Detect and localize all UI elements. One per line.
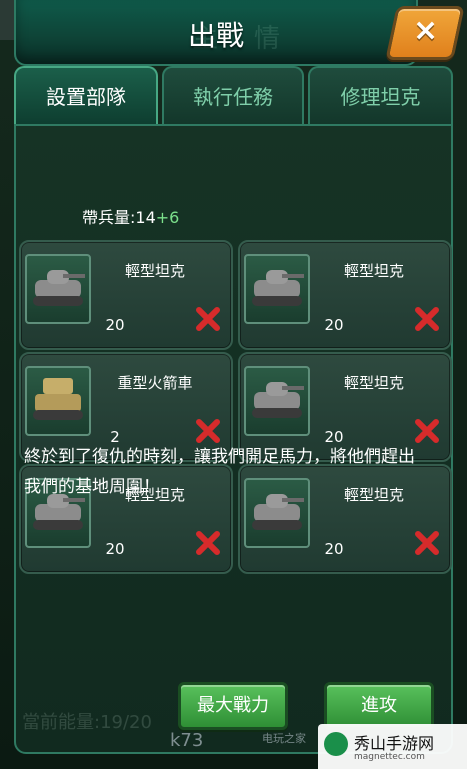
- troop-capacity-base: 14: [135, 208, 156, 227]
- unit-name: 輕型坦克: [343, 262, 404, 280]
- brand-logo-icon: [324, 732, 348, 756]
- energy-label: 當前能量:19/20: [22, 712, 152, 733]
- troop-capacity-bonus: +6: [155, 208, 180, 227]
- tab-bar: 設置部隊 執行任務 修理坦克: [14, 66, 453, 124]
- close-button[interactable]: ×: [385, 6, 465, 60]
- attack-button[interactable]: 進攻: [324, 682, 434, 730]
- remove-unit-icon[interactable]: [195, 306, 221, 332]
- troop-capacity-label: 帶兵量:14+6: [82, 204, 179, 228]
- unit-count: 20: [324, 540, 344, 558]
- light-tank-icon: [244, 254, 310, 324]
- close-icon: ×: [412, 13, 439, 48]
- remove-unit-icon[interactable]: [195, 530, 221, 556]
- tab-set-troops[interactable]: 設置部隊: [14, 66, 158, 124]
- tab-repair-tanks[interactable]: 修理坦克: [308, 66, 453, 124]
- title-bar: 主情 出戰: [14, 0, 418, 66]
- dialog-title: 出戰: [187, 19, 244, 52]
- unit-count: 20: [105, 316, 125, 334]
- remove-unit-icon[interactable]: [414, 530, 440, 556]
- brand-title: 秀山手游网: [354, 734, 435, 753]
- watermark-k73-sub: 电玩之家: [262, 732, 306, 745]
- remove-unit-icon[interactable]: [414, 418, 440, 444]
- remove-unit-icon[interactable]: [414, 306, 440, 332]
- light-tank-icon: [244, 366, 310, 436]
- unit-count: 20: [105, 540, 125, 558]
- mission-message: 終於到了復仇的時刻，讓我們開足馬力，將他們趕出我們的基地周圍！: [24, 447, 415, 497]
- unit-card[interactable]: 輕型坦克 20: [19, 240, 233, 350]
- watermark-brand: 秀山手游网 magnettec.com: [318, 724, 467, 769]
- unit-count: 20: [324, 316, 344, 334]
- watermark-k73: k73: [170, 730, 204, 751]
- light-tank-icon: [25, 254, 91, 324]
- remove-unit-icon[interactable]: [195, 418, 221, 444]
- troop-panel: 帶兵量:14+6 輕型坦克 20 輕型坦克 20 重型火箭車 2 輕型坦克 20…: [14, 124, 453, 754]
- unit-card[interactable]: 輕型坦克 20: [238, 240, 452, 350]
- unit-name: 輕型坦克: [124, 262, 185, 280]
- max-power-button[interactable]: 最大戰力: [178, 682, 288, 730]
- rocket-truck-icon: [25, 366, 91, 436]
- unit-name: 重型火箭車: [117, 374, 193, 392]
- tab-execute-mission[interactable]: 執行任務: [162, 66, 304, 124]
- troop-capacity-prefix: 帶兵量:: [82, 208, 136, 227]
- game-dialog: 主情 出戰 × 設置部隊 執行任務 修理坦克 帶兵量:14+6 輕型坦克 20: [0, 0, 467, 769]
- brand-url: magnettec.com: [354, 752, 425, 762]
- unit-name: 輕型坦克: [343, 374, 404, 392]
